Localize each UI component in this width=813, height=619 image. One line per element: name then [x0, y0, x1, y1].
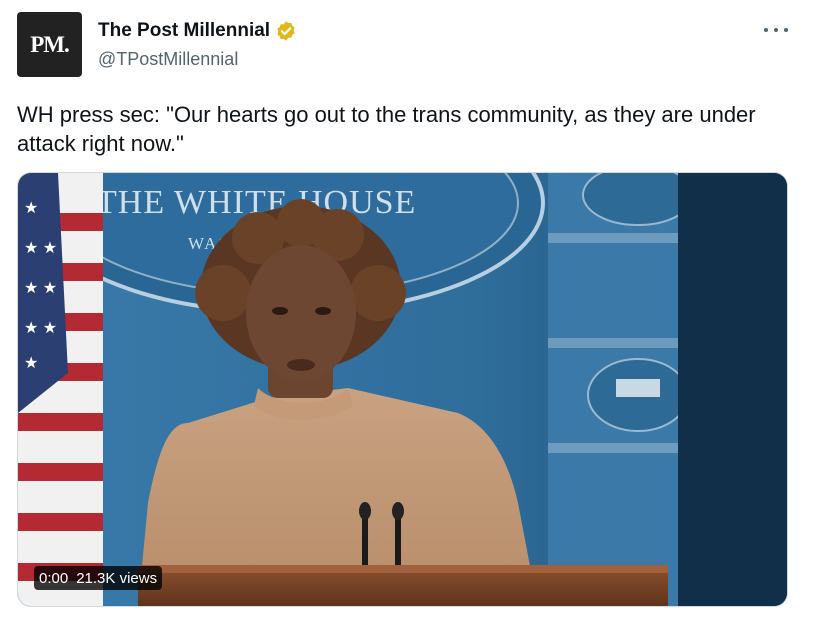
more-options-icon[interactable]: [764, 20, 788, 40]
verified-badge-icon: [277, 21, 295, 41]
video-player[interactable]: THE WHITE HOUSE WASHINGTON ★ ★ ★ ★: [17, 172, 788, 607]
video-frame: THE WHITE HOUSE WASHINGTON ★ ★ ★ ★: [18, 173, 787, 606]
author-name-row: The Post Millennial: [98, 18, 297, 44]
video-timestamp: 0:00: [39, 569, 69, 587]
video-views-count: 21.3K views: [76, 569, 158, 587]
svg-text:★ ★: ★ ★: [24, 240, 57, 257]
author-display-name[interactable]: The Post Millennial: [98, 20, 270, 42]
video-status-badge: 0:00 21.3K views: [34, 566, 163, 590]
svg-text:★ ★: ★ ★: [24, 280, 57, 297]
avatar-logo-text: PM.: [30, 31, 70, 57]
svg-text:★ ★: ★ ★: [24, 320, 57, 337]
tweet-text: WH press sec: "Our hearts go out to the …: [17, 102, 762, 156]
svg-text:★: ★: [24, 355, 38, 372]
avatar[interactable]: PM.: [17, 12, 82, 77]
author-handle[interactable]: @TPostMillennial: [98, 49, 238, 70]
svg-text:★: ★: [24, 200, 38, 217]
tweet-card: PM. The Post Millennial @TPostMillennial…: [0, 0, 813, 619]
